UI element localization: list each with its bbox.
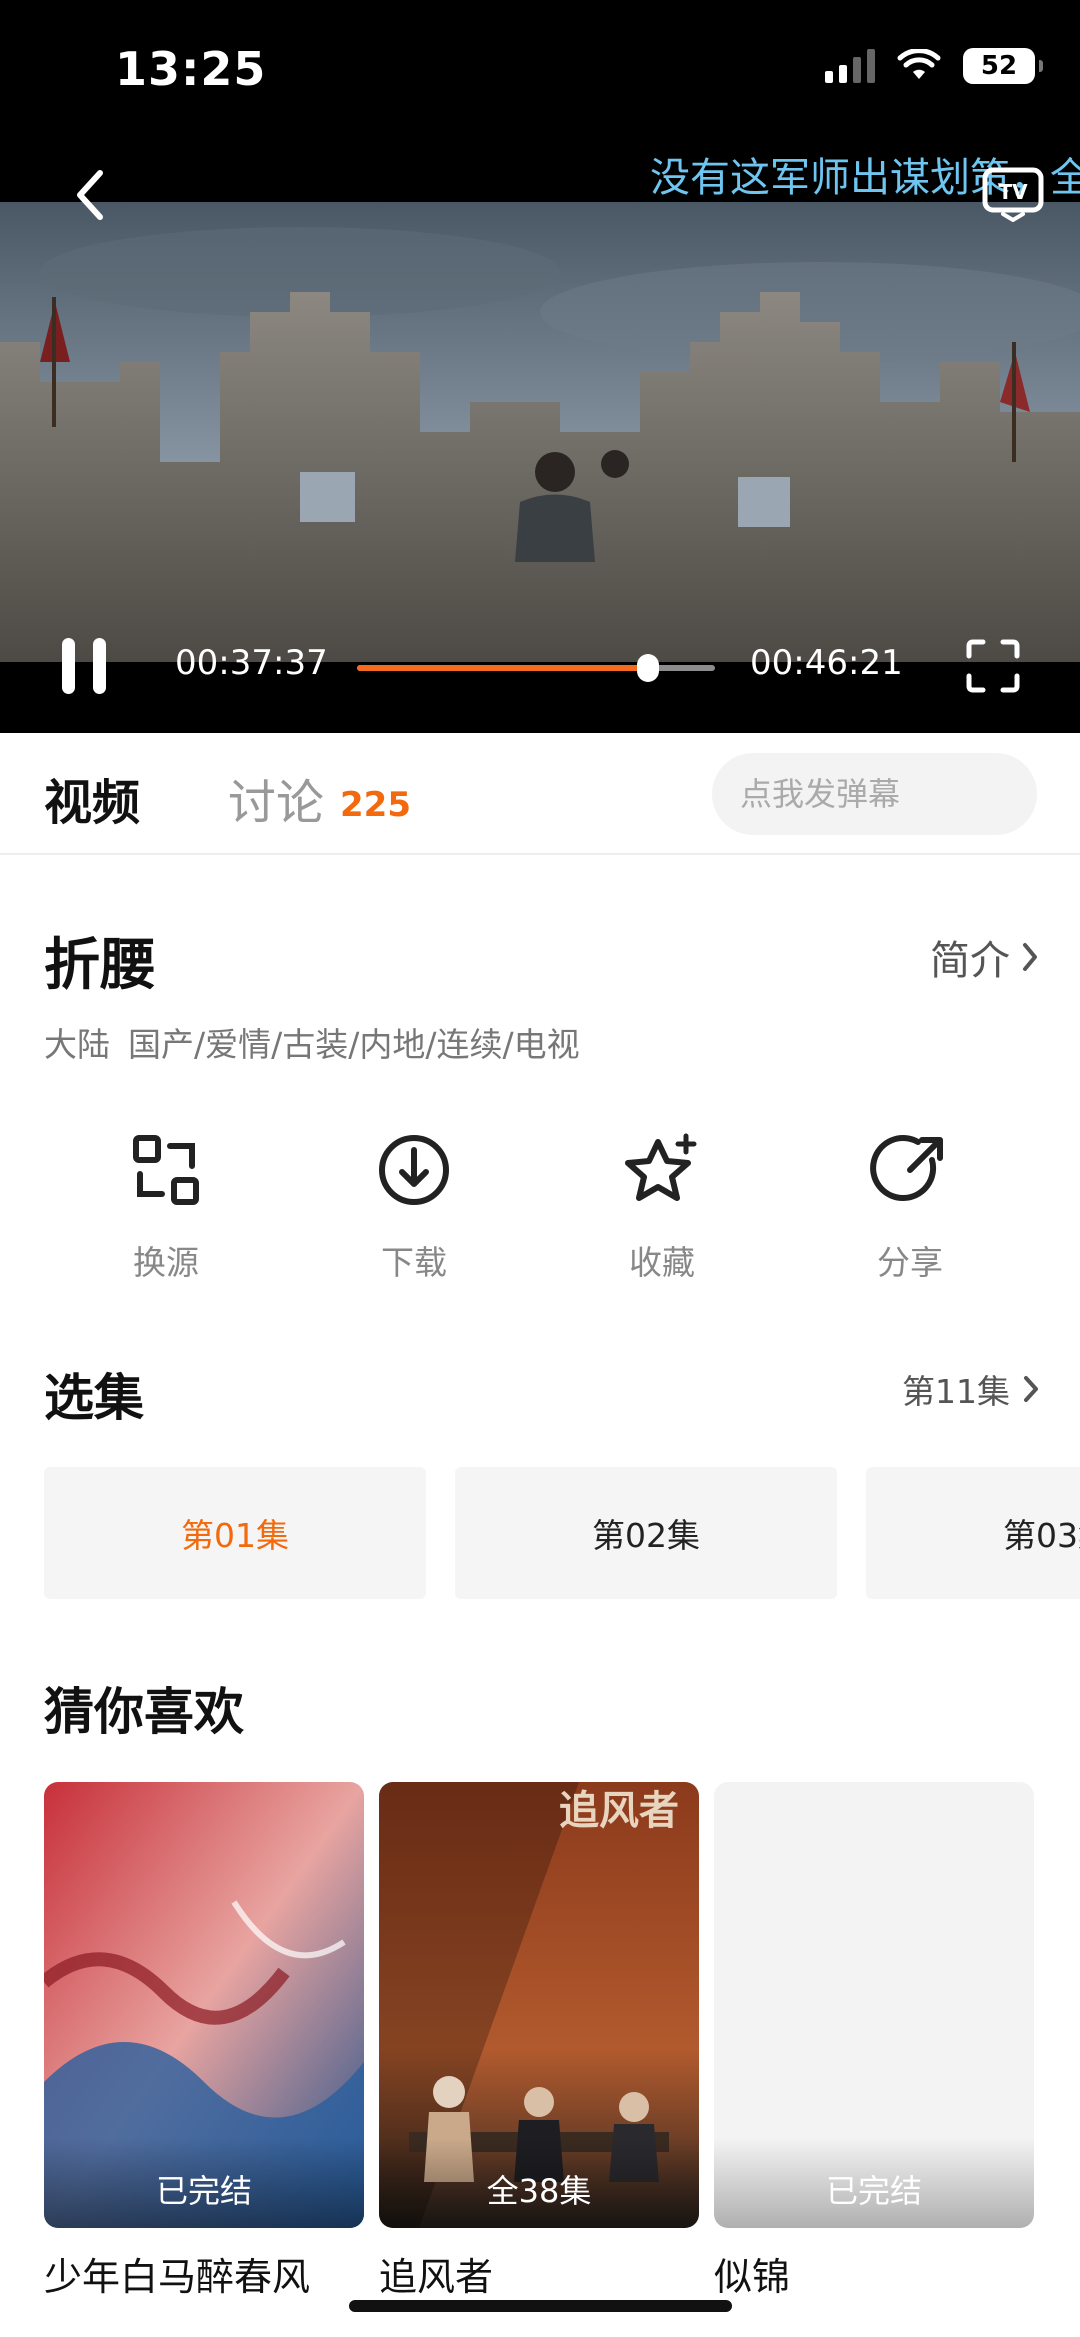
video-meta: 大陆 国产/爱情/古装/内地/连续/电视	[44, 1018, 598, 1066]
pause-button[interactable]	[62, 638, 116, 694]
status-bar: 13:25 52	[0, 0, 1080, 140]
danmu-input[interactable]	[712, 753, 1037, 835]
home-indicator[interactable]	[349, 2300, 732, 2312]
cellular-signal-icon	[825, 49, 875, 83]
current-episode-label: 第11集	[902, 1372, 1010, 1411]
discuss-count-badge: 225	[340, 785, 411, 825]
progress-thumb[interactable]	[637, 654, 660, 682]
tab-bar: 视频 讨论 225 弹 ✓	[0, 733, 1080, 855]
recommend-item[interactable]: 已完结 似锦	[714, 1782, 1034, 2301]
poster-image: 已完结	[44, 1782, 364, 2228]
progress-fill	[357, 665, 649, 671]
episodes-title: 选集	[44, 1369, 144, 1427]
recommend-item[interactable]: 已完结 少年白马醉春风	[44, 1782, 364, 2301]
wifi-icon	[897, 49, 941, 79]
switch-source-icon	[133, 1135, 199, 1205]
status-badge: 已完结	[44, 2138, 364, 2228]
tab-discuss[interactable]: 讨论	[228, 763, 324, 833]
share-icon	[870, 1135, 943, 1201]
current-time: 00:37:37	[175, 643, 328, 683]
tab-video[interactable]: 视频	[44, 763, 140, 833]
recommend-list: 已完结 少年白马醉春风 追风者 全38集 追风者 已完结 似锦	[44, 1782, 1080, 2302]
recommend-name: 少年白马醉春风	[44, 2255, 311, 2299]
intro-link[interactable]: 简介	[930, 928, 1040, 986]
download-icon	[379, 1135, 449, 1205]
current-episode-link[interactable]: 第11集	[902, 1365, 1040, 1413]
chevron-left-icon	[77, 170, 103, 220]
action-label: 收藏	[629, 1243, 695, 1282]
episode-item[interactable]: 第01集	[44, 1467, 426, 1599]
region-label: 大陆	[44, 1025, 110, 1064]
intro-link-label: 简介	[930, 938, 1010, 984]
fullscreen-icon[interactable]	[965, 638, 1021, 694]
back-button[interactable]	[60, 160, 120, 230]
svg-text:TV: TV	[998, 180, 1028, 204]
progress-bar[interactable]	[357, 654, 715, 682]
battery-icon: 52	[963, 48, 1043, 84]
action-label: 分享	[877, 1243, 943, 1282]
recommend-title: 猜你喜欢	[44, 1683, 244, 1741]
danmu-box: 弹 ✓	[712, 753, 1037, 835]
recommend-name: 追风者	[379, 2255, 494, 2299]
star-add-icon	[625, 1133, 697, 1201]
tv-cast-icon[interactable]: TV	[981, 162, 1045, 222]
switch-source-button[interactable]: 换源	[86, 1130, 246, 1284]
player-controls: 00:37:37 00:46:21	[0, 593, 1080, 733]
recommend-name: 似锦	[714, 2255, 791, 2299]
action-label: 下载	[381, 1243, 447, 1282]
total-time: 00:46:21	[750, 643, 903, 683]
status-badge: 全38集	[379, 2138, 699, 2228]
status-badge: 已完结	[714, 2138, 1034, 2228]
video-title: 折腰	[44, 933, 156, 998]
favorite-button[interactable]: 收藏	[582, 1130, 742, 1284]
status-time: 13:25	[115, 42, 267, 96]
poster-image: 追风者 全38集	[379, 1782, 699, 2228]
poster-title: 追风者	[559, 1788, 679, 1834]
action-row: 换源 下载 收藏 分享	[0, 1130, 1080, 1282]
video-player[interactable]: 没有这军师出谋划策，全 TV 00:37:37 00:46:21	[0, 140, 1080, 733]
poster-image: 已完结	[714, 1782, 1034, 2228]
share-button[interactable]: 分享	[830, 1130, 990, 1284]
episode-item[interactable]: 第03集	[866, 1467, 1080, 1599]
episode-list: 第01集 第02集 第03集	[44, 1467, 1080, 1599]
chevron-right-icon	[1024, 1376, 1038, 1402]
chevron-right-icon	[1023, 943, 1037, 971]
status-icons: 52	[825, 48, 1043, 84]
download-button[interactable]: 下载	[334, 1130, 494, 1284]
recommend-item[interactable]: 追风者 全38集 追风者	[379, 1782, 699, 2301]
action-label: 换源	[133, 1243, 199, 1282]
episode-item[interactable]: 第02集	[455, 1467, 837, 1599]
tags-label: 国产/爱情/古装/内地/连续/电视	[128, 1025, 580, 1064]
